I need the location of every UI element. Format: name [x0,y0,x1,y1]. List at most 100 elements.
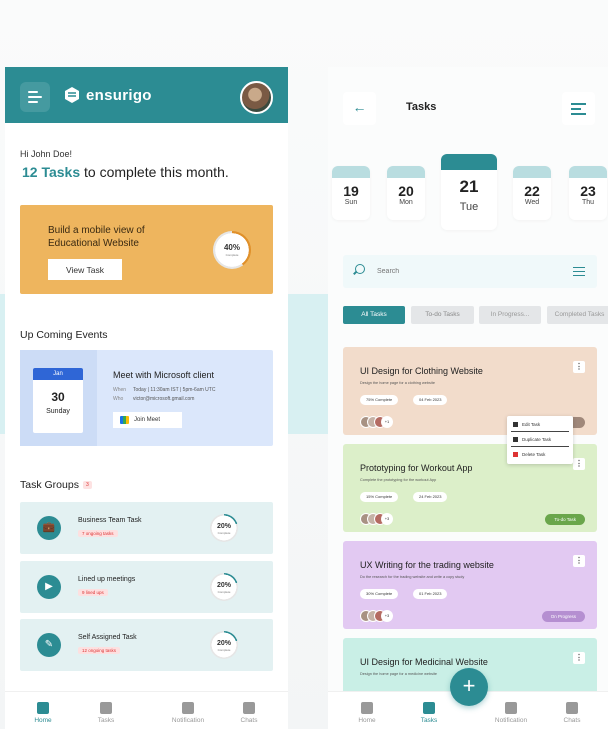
task-desc: Complete the prototyping for the workout… [360,478,437,482]
menu-icon-line [28,96,42,98]
home-icon [361,702,373,714]
tab-in-progress[interactable]: In Progress... [479,306,541,324]
context-menu: Edit Task Duplicate Task Delete Task [507,416,573,464]
menu-edit-task[interactable]: Edit Task [513,422,540,427]
nav-label: Chats [240,717,258,724]
task-desc: Design the home page for a medicine webs… [360,672,438,676]
day-tue-selected[interactable]: 21 Tue [441,154,497,230]
filter-button[interactable] [562,92,595,125]
nav-label: Home [34,717,52,724]
bell-icon [182,702,194,714]
event-card[interactable]: Jan 30 Sunday Meet with Microsoft client… [20,350,273,446]
greeting: Hi John Doe! [20,149,73,159]
group-progress-caption: Complete [217,531,231,535]
nav-home[interactable]: Home [19,702,67,724]
group-progress-caption: Complete [217,590,231,594]
bottom-nav: Home Tasks Notification Chats [5,691,288,729]
filter-icon [571,103,586,105]
nav-label: Tasks [97,717,115,724]
join-meet-button[interactable]: Join Meet [113,412,182,428]
nav-tasks[interactable]: Tasks [405,702,453,724]
search-input[interactable] [377,264,547,279]
menu-delete-task[interactable]: Delete Task [513,452,545,457]
nav-chats[interactable]: Chats [225,702,273,724]
tab-all-tasks[interactable]: All Tasks [343,306,405,324]
more-assignees: +3 [381,610,393,622]
group-progress-ring: 20% Complete [210,573,238,601]
filter-icon-line [571,113,586,115]
sliders-icon[interactable] [573,266,585,277]
group-card-meetings[interactable]: ▶ Lined up meetings 9 lined ups 20% Comp… [20,561,273,613]
day-cap [387,166,425,178]
group-card-business[interactable]: 💼 Business Team Task 7 ongoing tasks 20%… [20,502,273,554]
nav-label: Notification [171,717,205,724]
nav-chats[interactable]: Chats [548,702,596,724]
more-icon[interactable]: ⋮ [573,652,585,664]
more-assignees: +1 [381,416,393,428]
more-assignees: +3 [381,513,393,525]
group-subtitle: 9 lined ups [78,589,108,596]
event-who: Who victor@microsoft.gmail.com [113,396,194,402]
menu-icon-line [28,101,38,103]
chat-icon [243,702,255,714]
event-weekday: Sunday [46,408,70,415]
day-wed[interactable]: 22 Wed [513,166,551,220]
nav-tasks[interactable]: Tasks [82,702,130,724]
tab-completed[interactable]: Completed Tasks [547,306,608,324]
tab-todo[interactable]: To-do Tasks [411,306,474,324]
task-groups-label: Task Groups [20,479,79,491]
nav-label: Tasks [420,717,438,724]
group-title: Self Assigned Task [78,634,137,641]
menu-duplicate-task[interactable]: Duplicate Task [513,437,551,442]
menu-divider [511,431,569,432]
more-icon[interactable]: ⋮ [573,555,585,567]
date-pill: 04 Feb 2023 [413,395,448,405]
task-title: Prototyping for Workout App [360,463,473,473]
group-progress-ring: 20% Complete [210,631,238,659]
day-thu[interactable]: 23 Thu [569,166,607,220]
nav-label: Home [358,717,376,724]
day-number: 22 [524,183,540,199]
home-screen: ensurigo Hi John Doe! 12 Tasks to comple… [5,67,288,729]
nav-notification[interactable]: Notification [487,702,535,724]
day-mon[interactable]: 20 Mon [387,166,425,220]
task-card[interactable]: UX Writing for the trading website Do th… [343,541,597,629]
day-sun[interactable]: 19 Sun [332,166,370,220]
chat-icon [566,702,578,714]
group-progress-label: 20% [216,582,231,589]
logo-icon [65,87,79,103]
task-title: UX Writing for the trading website [360,560,494,570]
nav-home[interactable]: Home [343,702,391,724]
complete-pill: 30% Complete [360,589,399,599]
view-task-button[interactable]: View Task [48,259,122,280]
more-icon[interactable]: ⋮ [573,361,585,373]
tasks-count: 12 Tasks [22,164,81,180]
group-progress-caption: Complete [217,648,231,652]
avatar[interactable] [240,81,273,114]
nav-label: Chats [563,717,581,724]
more-icon[interactable]: ⋮ [573,458,585,470]
date-pill: 01 Feb 2023 [413,589,448,599]
menu-button[interactable] [20,82,50,112]
complete-pill: 15% Complete [360,492,399,502]
logo-text: ensurigo [86,86,152,104]
task-desc: Design the home page for a clothing webs… [360,381,435,385]
sliders-line [573,275,585,277]
event-day: 30 [51,390,65,404]
page-title: Tasks [406,101,437,113]
nav-notification[interactable]: Notification [164,702,212,724]
back-button[interactable]: ← [343,92,376,125]
group-card-self[interactable]: ✎ Self Assigned Task 12 ongoing tasks 20… [20,619,273,671]
day-name: Thu [581,199,595,206]
search-bar [343,255,597,288]
event-when: When Today | 11:30am IST | 5pm-6am UTC [113,387,215,393]
when-label: When [113,387,127,393]
day-number: 23 [580,183,596,199]
promo-card[interactable]: Build a mobile view of Educational Websi… [20,205,273,294]
app-header: ensurigo [5,67,288,123]
copy-icon [513,437,518,442]
logo: ensurigo [63,86,152,104]
clipboard-icon [100,702,112,714]
briefcase-icon: 💼 [37,516,61,540]
add-task-button[interactable]: + [450,668,488,706]
